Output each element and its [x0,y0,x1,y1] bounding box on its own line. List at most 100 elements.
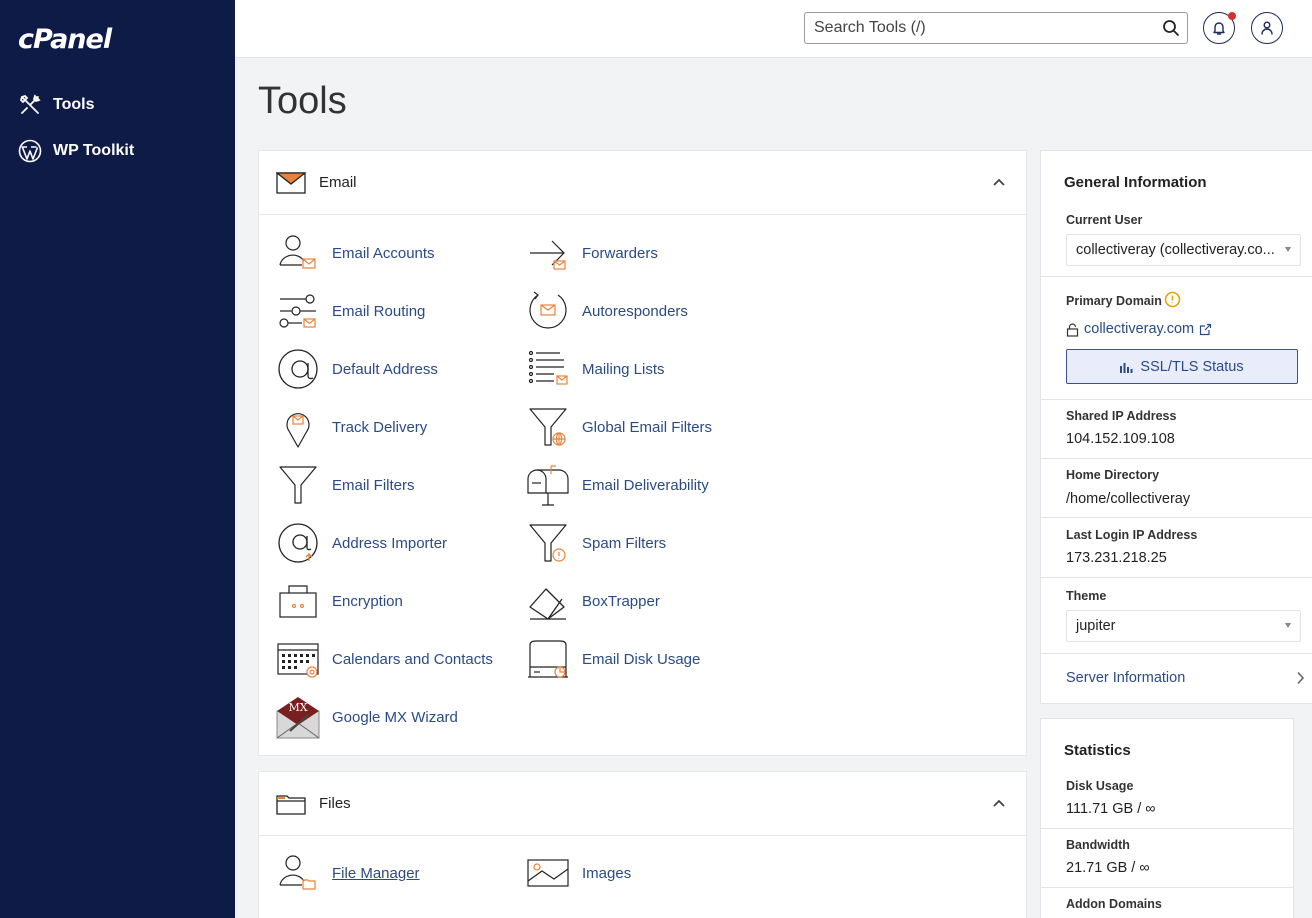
boxtrapper-icon [529,588,566,620]
tool-email-filters[interactable]: Email Filters [276,463,415,507]
tool-label: Encryption [332,592,403,610]
tool-default-address[interactable]: Default Address [276,347,438,391]
wordpress-icon [18,139,42,163]
lock-icon [1066,323,1079,337]
tool-label: Email Filters [332,476,415,494]
tool-label: Default Address [332,360,438,378]
divider [1041,458,1312,459]
file-manager-icon [279,855,316,890]
home-directory-label: Home Directory [1066,468,1160,482]
panel-title: Statistics [1064,742,1131,759]
tool-label: Email Routing [332,302,426,320]
last-login-ip-label: Last Login IP Address [1066,528,1198,542]
calendars-contacts-icon [277,643,319,678]
email-accounts-icon [279,235,316,269]
tool-label: Email Disk Usage [582,650,701,668]
spam-filters-icon [529,524,567,562]
tool-email-routing[interactable]: Email Routing [276,289,425,333]
tool-boxtrapper[interactable]: BoxTrapper [526,579,660,623]
chevron-right-icon[interactable] [1296,671,1305,685]
tool-label: Google MX Wizard [332,708,458,726]
disk-usage-label: Disk Usage [1066,779,1134,793]
cpanel-logo[interactable]: cPanel [18,24,112,55]
tool-email-deliverability[interactable]: Email Deliverability [526,463,709,507]
dropdown-arrow-icon [1285,623,1291,628]
encryption-icon [279,585,317,618]
tool-label: BoxTrapper [582,592,660,610]
shared-ip-label: Shared IP Address [1066,409,1177,423]
chevron-up-icon[interactable] [992,177,1006,187]
tool-images[interactable]: Images [526,851,631,895]
tool-forwarders[interactable]: Forwarders [526,231,658,275]
theme-label: Theme [1066,589,1107,603]
ssl-tls-status-button[interactable]: SSL/TLS Status [1066,349,1298,384]
tool-autoresponders[interactable]: Autoresponders [526,289,688,333]
default-address-icon [278,349,318,389]
divider [1041,887,1293,888]
warning-icon[interactable] [1164,291,1181,308]
forwarders-icon [530,240,566,270]
tool-mailing-lists[interactable]: Mailing Lists [526,347,665,391]
theme-value: jupiter [1076,618,1116,634]
tool-label: Images [582,864,632,882]
panel-title: General Information [1064,174,1207,191]
google-mx-wizard-icon: MX [276,697,320,739]
divider [1041,276,1312,277]
primary-domain-label: Primary Domain [1066,294,1162,308]
bandwidth-label: Bandwidth [1066,838,1130,852]
tool-email-accounts[interactable]: Email Accounts [276,231,435,275]
general-information-panel: General Information Current User collect… [1040,150,1312,704]
tool-label: Address Importer [332,534,448,552]
tool-email-disk-usage[interactable]: Email Disk Usage [526,637,700,681]
divider [1041,517,1312,518]
files-section: Files File Manager Images [258,771,1027,918]
sidebar-item-label: WP Toolkit [53,142,135,159]
page-title: Tools [258,80,347,122]
email-section: Email Email Accounts Email Routing Defau… [258,150,1027,756]
tool-calendars-contacts[interactable]: Calendars and Contacts [276,637,493,681]
tool-global-email-filters[interactable]: Global Email Filters [526,405,712,449]
tool-encryption[interactable]: Encryption [276,579,403,623]
email-routing-icon [279,294,316,328]
statistics-panel: Statistics Disk Usage 111.71 GB / ∞ Band… [1040,718,1294,918]
external-link-icon[interactable] [1199,323,1212,336]
primary-domain-link[interactable]: collectiveray.com [1084,321,1194,337]
sidebar-item-wp-toolkit[interactable]: WP Toolkit [18,139,134,163]
search-icon[interactable] [1162,19,1180,37]
home-directory-value: /home/collectiveray [1066,491,1191,507]
tool-track-delivery[interactable]: Track Delivery [276,405,427,449]
envelope-icon [276,171,306,194]
tool-label: Forwarders [582,244,658,262]
files-section-header[interactable]: Files [259,772,1026,836]
tool-address-importer[interactable]: Address Importer [276,521,447,565]
notification-badge [1228,12,1236,20]
tool-label: Mailing Lists [582,360,665,378]
top-header [235,0,1312,58]
theme-select[interactable]: jupiter [1066,610,1301,642]
current-user-select[interactable]: collectiveray (collectiveray.co... [1066,234,1301,266]
chevron-up-icon[interactable] [992,798,1006,808]
sidebar-item-tools[interactable]: Tools [18,93,94,117]
tool-label: Email Accounts [332,244,435,262]
tool-google-mx-wizard[interactable]: MX Google MX Wizard [276,695,458,739]
server-information-link[interactable]: Server Information [1066,670,1185,686]
email-section-header[interactable]: Email [259,151,1026,215]
tools-icon [19,94,41,114]
tool-label: File Manager [332,864,420,882]
tool-file-manager[interactable]: File Manager [276,851,420,895]
sidebar: cPanel Tools WP Toolkit [0,0,235,918]
tool-label: Track Delivery [332,418,428,436]
email-disk-usage-icon [528,640,568,678]
address-importer-icon [278,523,318,563]
divider [1041,577,1312,578]
tool-spam-filters[interactable]: Spam Filters [526,521,666,565]
section-title: Email [319,174,357,191]
addon-domains-label: Addon Domains [1066,897,1162,911]
dropdown-arrow-icon [1285,247,1291,252]
mailing-lists-icon [528,350,568,385]
user-menu-button[interactable] [1251,12,1283,44]
tool-label: Global Email Filters [582,418,713,436]
search-input[interactable] [805,13,1145,43]
tool-label: Spam Filters [582,534,667,552]
track-delivery-icon [286,413,310,448]
